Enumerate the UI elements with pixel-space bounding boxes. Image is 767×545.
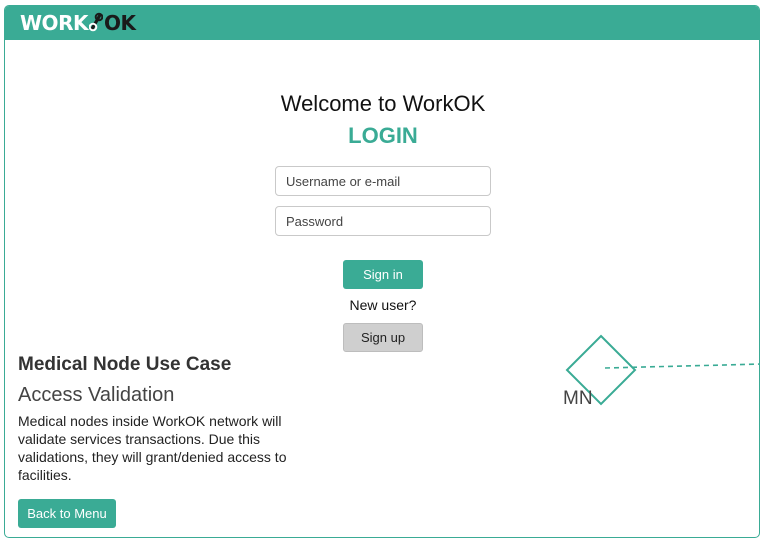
- logo-text-work: WORK: [20, 11, 88, 35]
- app-frame: WORK OK Welcome to WorkOK LOGIN Sign in …: [4, 5, 760, 538]
- back-to-menu-button[interactable]: Back to Menu: [18, 499, 116, 528]
- new-user-text: New user?: [349, 297, 417, 313]
- login-title: LOGIN: [348, 123, 418, 148]
- use-case-title: Medical Node Use Case: [18, 354, 232, 375]
- sign-in-button[interactable]: Sign in: [343, 260, 423, 289]
- use-case-subtitle: Access Validation: [18, 384, 175, 406]
- chain-link-icon: [88, 12, 103, 32]
- welcome-heading: Welcome to WorkOK: [280, 91, 486, 116]
- node-label: MN: [563, 388, 593, 409]
- password-input[interactable]: [275, 206, 491, 236]
- username-input[interactable]: [275, 166, 491, 196]
- workok-logo[interactable]: WORK OK: [20, 11, 136, 35]
- sign-up-button[interactable]: Sign up: [343, 323, 423, 352]
- top-bar: WORK OK: [5, 6, 759, 40]
- use-case-description: Medical nodes inside WorkOK network will…: [18, 413, 287, 483]
- logo-text-ok: OK: [103, 11, 136, 35]
